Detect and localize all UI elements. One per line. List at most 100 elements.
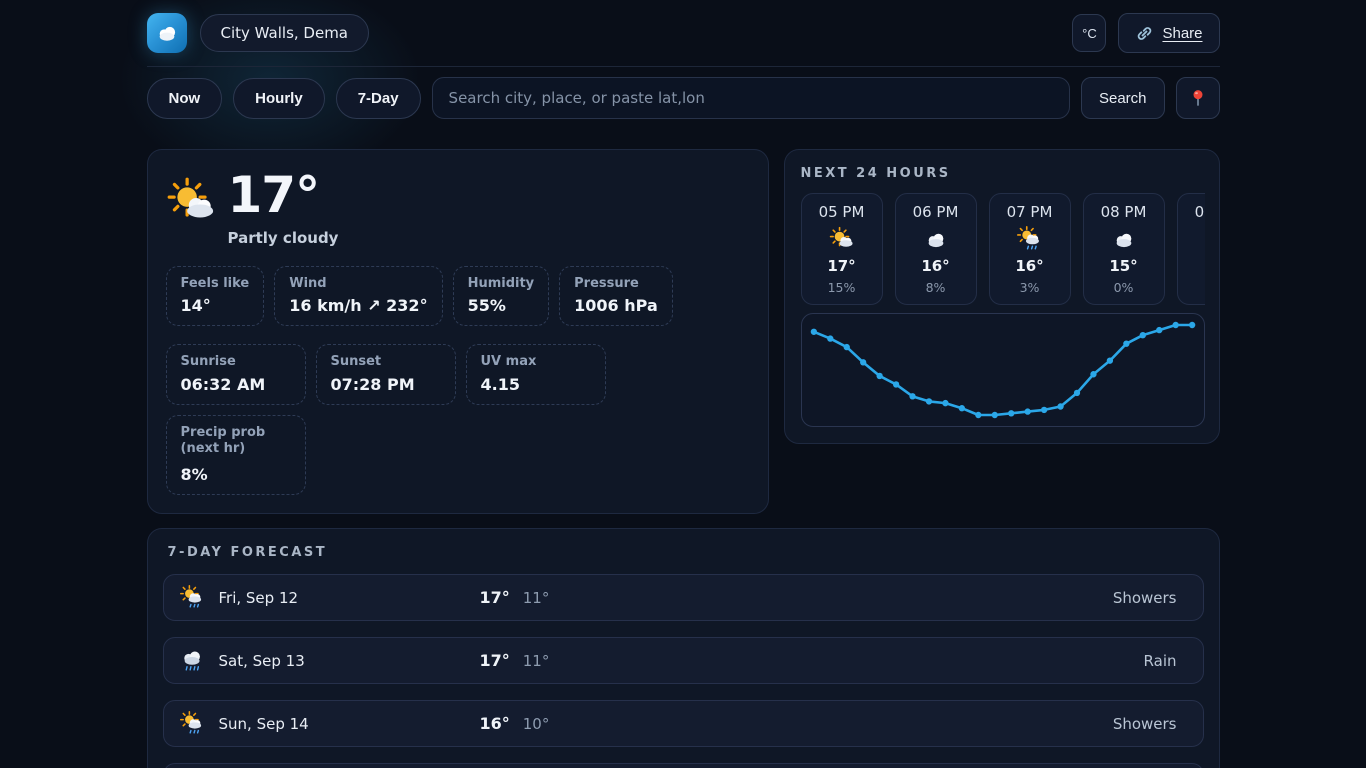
day-low: 11°	[523, 589, 550, 607]
stat-wind: Wind 16 km/h ↗ 232°	[274, 266, 442, 326]
hour-precip: 8%	[926, 280, 946, 295]
page-container: City Walls, Dema °C Share Now	[147, 0, 1220, 768]
stat-value: 1006 hPa	[574, 296, 658, 315]
day-left: Sat, Sep 13	[180, 648, 480, 673]
hour-card-09pm[interactable]: 09 PM 15° 0%	[1177, 193, 1205, 305]
hour-time: 06 PM	[913, 203, 959, 221]
hourly-strip[interactable]: 05 PM 17° 15% 06 PM 16° 8% 07 PM	[801, 193, 1205, 305]
forecast-row-mon[interactable]: Mon, Sep 15 17° 13° Showers	[163, 763, 1204, 768]
top-bar-left: City Walls, Dema	[147, 13, 370, 53]
location-chip[interactable]: City Walls, Dema	[200, 14, 370, 52]
stat-label: Precip prob (next hr)	[181, 425, 291, 458]
seven-day-forecast-card: 7-DAY FORECAST Fri, Sep 12 17° 11° Showe…	[147, 528, 1220, 768]
hour-card-05pm[interactable]: 05 PM 17° 15%	[801, 193, 883, 305]
sun-behind-rain-cloud-icon	[1017, 226, 1043, 252]
hour-precip: 3%	[1020, 280, 1040, 295]
day-condition: Rain	[1144, 652, 1177, 670]
tab-now[interactable]: Now	[147, 78, 223, 119]
stat-label: Sunrise	[181, 354, 291, 370]
hour-temp: 15°	[1109, 257, 1137, 275]
sun-behind-cloud-icon	[166, 176, 218, 228]
top-bar: City Walls, Dema °C Share	[147, 0, 1220, 67]
tab-hourly-label: Hourly	[255, 90, 303, 107]
sun-behind-cloud-icon	[829, 226, 855, 252]
day-condition: Showers	[1113, 715, 1177, 733]
hour-card-06pm[interactable]: 06 PM 16° 8%	[895, 193, 977, 305]
stat-value: 4.15	[481, 375, 591, 394]
share-button[interactable]: Share	[1118, 13, 1219, 53]
tab-hourly[interactable]: Hourly	[233, 78, 325, 119]
day-condition: Showers	[1113, 589, 1177, 607]
cloud-icon	[1111, 226, 1137, 252]
location-label: City Walls, Dema	[221, 24, 349, 42]
seven-day-forecast-title: 7-DAY FORECAST	[168, 545, 1204, 560]
stat-value: 14°	[181, 296, 250, 315]
forecast-row-sun[interactable]: Sun, Sep 14 16° 10° Showers	[163, 700, 1204, 747]
current-conditions-card: 17° Partly cloudy Feels like 14° Wind 16…	[147, 149, 769, 514]
current-stats-row-1: Feels like 14° Wind 16 km/h ↗ 232° Humid…	[166, 266, 748, 326]
forecast-row-fri[interactable]: Fri, Sep 12 17° 11° Showers	[163, 574, 1204, 621]
day-rows: Fri, Sep 12 17° 11° Showers Sat, Sep 13 …	[163, 574, 1204, 768]
stat-label: Sunset	[331, 354, 441, 370]
day-high: 17°	[480, 588, 510, 607]
day-low: 11°	[523, 652, 550, 670]
day-name: Fri, Sep 12	[219, 589, 299, 607]
hour-temp: 15°	[1203, 257, 1204, 275]
link-icon	[1135, 24, 1154, 43]
day-high: 17°	[480, 651, 510, 670]
day-temps: 17° 11°	[480, 651, 550, 670]
stat-label: Pressure	[574, 276, 658, 292]
stat-label: Wind	[289, 276, 427, 292]
unit-label: °C	[1082, 26, 1097, 41]
app-logo	[147, 13, 187, 53]
hour-temp: 16°	[921, 257, 949, 275]
top-bar-right: °C Share	[1072, 13, 1219, 53]
stat-pressure: Pressure 1006 hPa	[559, 266, 673, 326]
hour-card-07pm[interactable]: 07 PM 16° 3%	[989, 193, 1071, 305]
geolocate-button[interactable]	[1176, 77, 1220, 119]
cloud-icon	[923, 226, 949, 252]
current-stats-row-2: Sunrise 06:32 AM Sunset 07:28 PM UV max …	[166, 344, 748, 495]
day-low: 10°	[523, 715, 550, 733]
hour-precip: 15%	[828, 280, 856, 295]
tab-7day-label: 7-Day	[358, 90, 399, 107]
hour-temp: 17°	[827, 257, 855, 275]
tab-7day[interactable]: 7-Day	[336, 78, 421, 119]
day-temps: 16° 10°	[480, 714, 550, 733]
stat-label: UV max	[481, 354, 591, 370]
current-condition: Partly cloudy	[228, 229, 339, 247]
forecast-row-sat[interactable]: Sat, Sep 13 17° 11° Rain	[163, 637, 1204, 684]
search-button-label: Search	[1099, 90, 1147, 107]
search-input[interactable]	[432, 77, 1070, 119]
search-button[interactable]: Search	[1081, 77, 1165, 119]
stat-label: Humidity	[468, 276, 535, 292]
hour-time: 07 PM	[1007, 203, 1053, 221]
day-left: Fri, Sep 12	[180, 585, 480, 610]
hour-time: 08 PM	[1101, 203, 1147, 221]
current-head: 17° Partly cloudy	[166, 170, 748, 247]
stat-value: 07:28 PM	[331, 375, 441, 394]
current-temp-block: 17° Partly cloudy	[228, 170, 339, 247]
next-24-hours-card: NEXT 24 HOURS 05 PM 17° 15% 06 PM 16°	[784, 149, 1220, 444]
stat-feels-like: Feels like 14°	[166, 266, 265, 326]
rain-cloud-icon	[180, 648, 205, 673]
day-name: Sat, Sep 13	[219, 652, 305, 670]
stat-precip-prob: Precip prob (next hr) 8%	[166, 415, 306, 496]
hour-precip: 0%	[1114, 280, 1134, 295]
stat-value: 06:32 AM	[181, 375, 291, 394]
hour-time: 05 PM	[819, 203, 865, 221]
hour-time: 09 PM	[1195, 203, 1205, 221]
temperature-trend-chart	[801, 313, 1205, 427]
unit-toggle-button[interactable]: °C	[1072, 14, 1106, 52]
day-left: Sun, Sep 14	[180, 711, 480, 736]
stat-value: 16 km/h ↗ 232°	[289, 296, 427, 315]
main-grid: 17° Partly cloudy Feels like 14° Wind 16…	[147, 149, 1220, 514]
hour-card-08pm[interactable]: 08 PM 15° 0%	[1083, 193, 1165, 305]
day-temps: 17° 11°	[480, 588, 550, 607]
stat-value: 8%	[181, 465, 291, 484]
share-label: Share	[1162, 25, 1202, 42]
tab-now-label: Now	[169, 90, 201, 107]
cloud-icon	[154, 20, 180, 46]
pushpin-icon	[1188, 88, 1208, 108]
current-temperature: 17°	[228, 170, 339, 220]
